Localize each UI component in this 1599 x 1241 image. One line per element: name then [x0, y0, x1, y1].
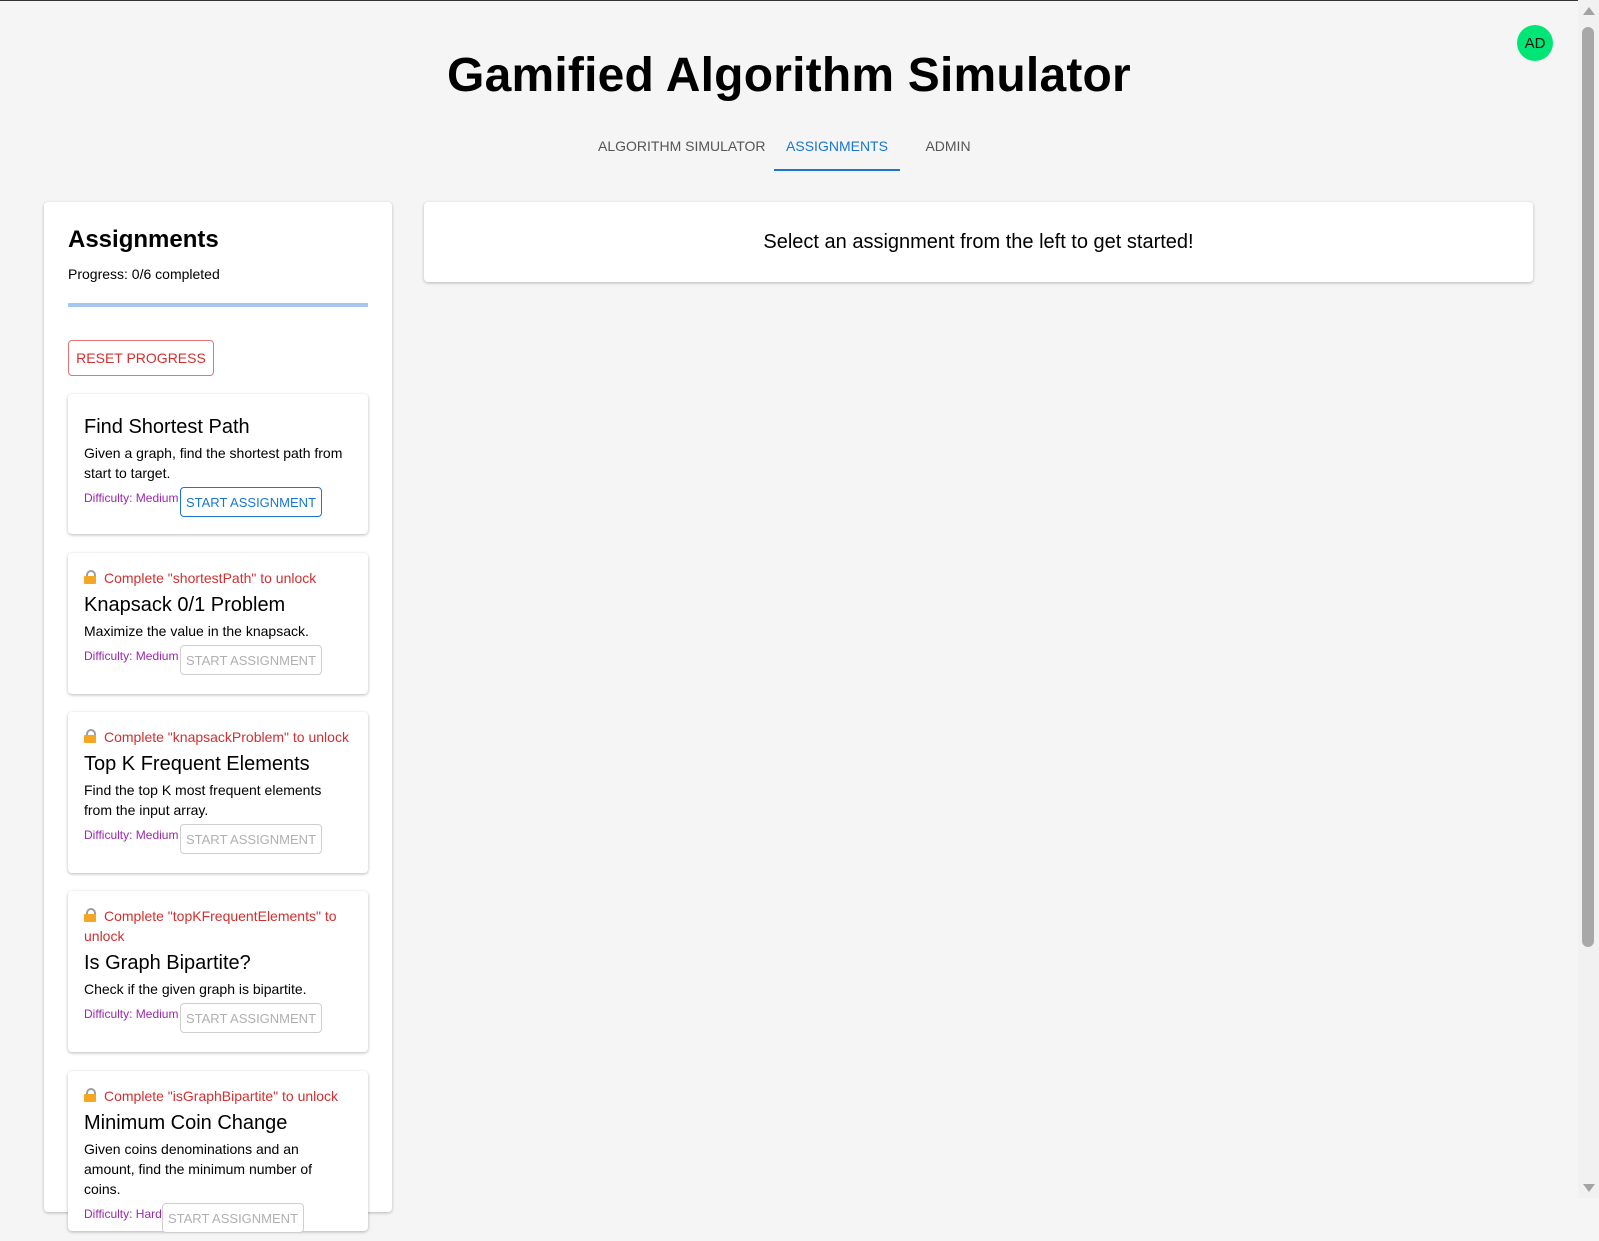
assignment-title: Find Shortest Path [84, 416, 250, 438]
main-tabs: ALGORITHM SIMULATOR ASSIGNMENTS ADMIN [0, 125, 1578, 171]
app-title: Gamified Algorithm Simulator [447, 49, 1131, 102]
assignment-description: Maximize the value in the knapsack. [84, 623, 309, 639]
assignment-title: Top K Frequent Elements [84, 753, 310, 775]
assignment-description: Given a graph, find the shortest path fr… [84, 445, 343, 481]
page-scrollbar[interactable] [1578, 0, 1599, 1198]
lock-icon [84, 570, 96, 584]
unlock-requirement: Complete "isGraphBipartite" to unlock [84, 1086, 352, 1106]
assignment-card-shortest-path: Find Shortest Path Given a graph, find t… [68, 394, 368, 534]
tab-admin[interactable]: ADMIN [916, 125, 980, 169]
difficulty-label: Difficulty: Medium [84, 491, 179, 505]
empty-state-message: Select an assignment from the left to ge… [763, 230, 1194, 253]
assignment-card-bipartite: Complete "topKFrequentElements" to unloc… [68, 891, 368, 1052]
assignment-footer: Difficulty: Hard START ASSIGNMENT [84, 1203, 352, 1241]
assignment-footer: Difficulty: Medium START ASSIGNMENT [84, 1003, 352, 1041]
start-assignment-button[interactable]: START ASSIGNMENT [180, 645, 322, 675]
assignment-description: Find the top K most frequent elements fr… [84, 782, 322, 818]
assignment-footer: Difficulty: Medium START ASSIGNMENT [84, 824, 352, 862]
progress-text: Progress: 0/6 completed [68, 266, 220, 282]
start-assignment-button[interactable]: START ASSIGNMENT [180, 1003, 322, 1033]
assignments-heading: Assignments [68, 226, 219, 253]
reset-progress-button[interactable]: RESET PROGRESS [68, 340, 214, 376]
scrollbar-thumb[interactable] [1582, 27, 1594, 947]
unlock-requirement-text: Complete "shortestPath" to unlock [104, 570, 317, 586]
unlock-requirement: Complete "topKFrequentElements" to unloc… [84, 906, 352, 946]
assignment-title: Minimum Coin Change [84, 1112, 288, 1134]
difficulty-label: Difficulty: Hard [84, 1207, 162, 1221]
tab-algorithm-simulator[interactable]: ALGORITHM SIMULATOR [598, 125, 766, 169]
unlock-requirement-text: Complete "isGraphBipartite" to unlock [104, 1088, 339, 1104]
assignment-description: Check if the given graph is bipartite. [84, 981, 307, 997]
scroll-up-arrow-icon[interactable] [1583, 7, 1595, 15]
difficulty-label: Difficulty: Medium [84, 1007, 179, 1021]
assignment-title: Knapsack 0/1 Problem [84, 594, 286, 616]
start-assignment-button[interactable]: START ASSIGNMENT [162, 1203, 304, 1233]
assignment-title: Is Graph Bipartite? [84, 952, 251, 974]
assignment-card-top-k: Complete "knapsackProblem" to unlock Top… [68, 712, 368, 873]
difficulty-label: Difficulty: Medium [84, 828, 179, 842]
top-border [0, 0, 1599, 1]
unlock-requirement-text: Complete "topKFrequentElements" to unloc… [84, 908, 337, 944]
unlock-requirement: Complete "shortestPath" to unlock [84, 568, 352, 588]
lock-icon [84, 908, 96, 922]
progress-bar [68, 303, 368, 307]
difficulty-label: Difficulty: Medium [84, 649, 179, 663]
assignment-card-knapsack: Complete "shortestPath" to unlock Knapsa… [68, 553, 368, 694]
unlock-requirement-text: Complete "knapsackProblem" to unlock [104, 729, 349, 745]
start-assignment-button[interactable]: START ASSIGNMENT [180, 824, 322, 854]
assignment-detail-panel: Select an assignment from the left to ge… [424, 202, 1533, 282]
assignment-card-coin-change: Complete "isGraphBipartite" to unlock Mi… [68, 1071, 368, 1233]
start-assignment-button[interactable]: START ASSIGNMENT [180, 487, 322, 517]
lock-icon [84, 1088, 96, 1102]
lock-icon [84, 729, 96, 743]
assignment-footer: Difficulty: Medium START ASSIGNMENT [84, 645, 352, 683]
scroll-down-arrow-icon[interactable] [1583, 1184, 1595, 1192]
assignment-description: Given coins denominations and an amount,… [84, 1141, 312, 1197]
unlock-requirement: Complete "knapsackProblem" to unlock [84, 727, 352, 747]
assignment-footer: Difficulty: Medium START ASSIGNMENT [84, 487, 352, 525]
tab-assignments[interactable]: ASSIGNMENTS [774, 125, 900, 171]
